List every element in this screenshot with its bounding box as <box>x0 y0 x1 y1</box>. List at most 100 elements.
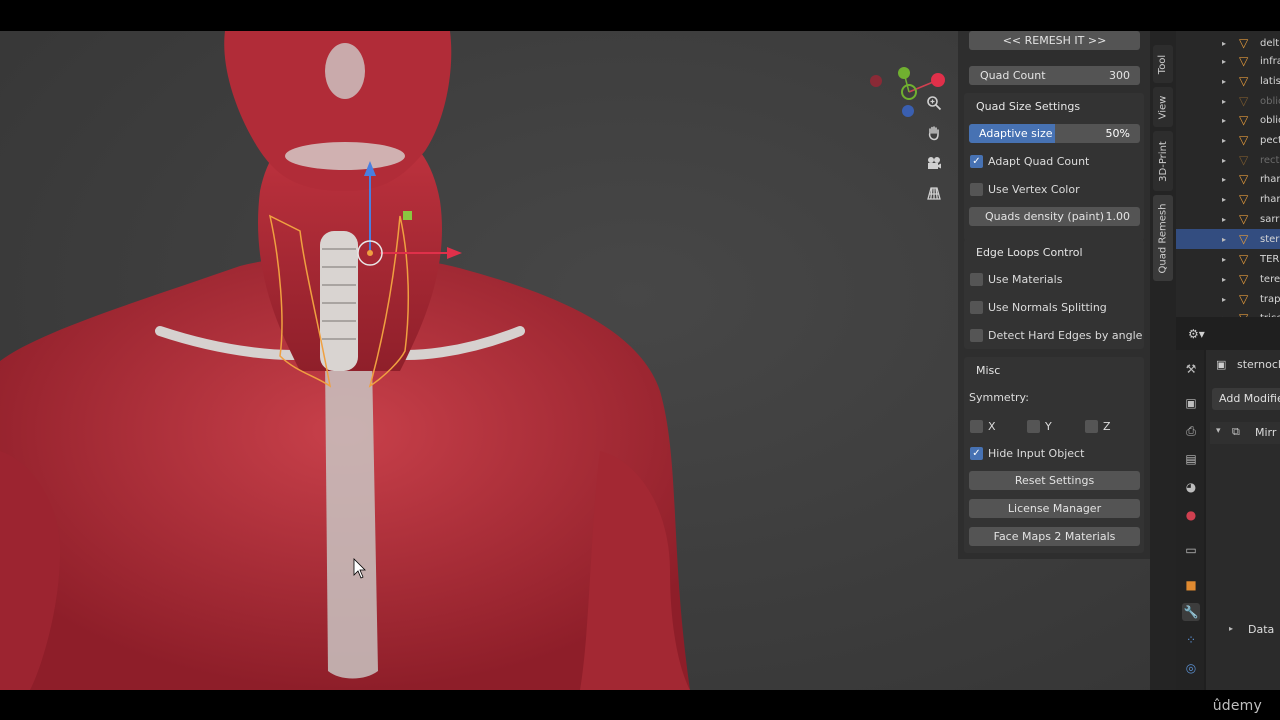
outliner-item[interactable]: ▸ ▽ delt <box>1176 33 1280 53</box>
outliner-item[interactable]: ▸ ▽ rect <box>1176 150 1280 170</box>
tab-quad-remesh-label: Quad Remesh <box>1157 203 1169 273</box>
use-materials-checkbox[interactable]: Use Materials <box>970 271 1062 287</box>
udemy-watermark: ûdemy <box>1212 698 1262 714</box>
outliner-item-name: pect <box>1260 134 1280 146</box>
expand-arrow-icon[interactable]: ▸ <box>1222 255 1226 264</box>
expand-arrow-icon[interactable]: ▸ <box>1222 39 1226 48</box>
expand-arrow-icon[interactable]: ▸ <box>1222 136 1226 145</box>
object-name[interactable]: sternocl <box>1237 358 1280 371</box>
tab-3d-print[interactable]: 3D-Print <box>1153 131 1173 191</box>
symmetry-z-checkbox[interactable]: Z <box>1085 418 1111 434</box>
quad-remesh-panel: << REMESH IT >> Quad Count 300 Quad Size… <box>958 31 1150 559</box>
modifier-name[interactable]: Mirr <box>1255 426 1276 439</box>
misc-title[interactable]: Misc <box>976 364 1000 377</box>
mirror-modifier-header[interactable]: ▾ ⧉ Mirr <box>1210 422 1280 444</box>
outliner-item[interactable]: ▸ ▽ sarr <box>1176 209 1280 229</box>
outliner-item[interactable]: ▸▽trice <box>1176 308 1280 317</box>
gizmo-x-arrow[interactable] <box>447 247 462 259</box>
world-tab-icon[interactable]: ● <box>1182 506 1200 524</box>
quads-density-label: Quads density (paint) <box>985 210 1105 223</box>
outliner-item[interactable]: ▸ ▽ oblic <box>1176 110 1280 130</box>
zoom-icon[interactable] <box>922 91 946 115</box>
symmetry-x-label: X <box>988 419 996 433</box>
editor-type-icon[interactable]: ⚙▾ <box>1188 327 1205 341</box>
use-vertex-color-label: Use Vertex Color <box>988 182 1080 196</box>
collection-tab-icon[interactable]: ▭ <box>1182 541 1200 559</box>
pan-icon[interactable] <box>922 121 946 145</box>
tab-view-label: View <box>1157 95 1169 119</box>
outliner-item[interactable]: ▸ ▽ tere <box>1176 269 1280 289</box>
adapt-quad-count-checkbox[interactable]: ✓ Adapt Quad Count <box>970 153 1089 169</box>
outliner-item[interactable]: ▸ ▽ infra <box>1176 51 1280 71</box>
outliner-item[interactable]: ▸ ▽ TER <box>1176 249 1280 269</box>
camera-icon[interactable] <box>922 151 946 175</box>
quad-count-field[interactable]: Quad Count 300 <box>969 66 1140 85</box>
expand-arrow-icon[interactable]: ▾ <box>1216 426 1221 436</box>
gizmo-y[interactable] <box>898 67 910 79</box>
particles-tab-icon[interactable]: ⁘ <box>1182 631 1200 649</box>
use-vertex-color-checkbox[interactable]: Use Vertex Color <box>970 181 1080 197</box>
use-materials-label: Use Materials <box>988 272 1063 286</box>
outliner-item[interactable]: ▸ ▽ trap <box>1176 289 1280 309</box>
gizmo-neg-x[interactable] <box>870 75 882 87</box>
hide-input-object-checkbox[interactable]: ✓ Hide Input Object <box>970 445 1084 461</box>
outliner-item[interactable]: ▸ ▽ rhar <box>1176 189 1280 209</box>
expand-arrow-icon[interactable]: ▸ <box>1222 156 1226 165</box>
physics-tab-icon[interactable]: ◎ <box>1182 659 1200 677</box>
outliner-item[interactable]: ▸ ▽ latis <box>1176 71 1280 91</box>
gizmo-z[interactable] <box>902 105 914 117</box>
expand-arrow-icon[interactable]: ▸ <box>1222 57 1226 66</box>
checkbox-empty-icon <box>970 182 983 196</box>
outliner-item[interactable]: ▸ ▽ oblic <box>1176 91 1280 111</box>
use-normals-splitting-checkbox[interactable]: Use Normals Splitting <box>970 299 1107 315</box>
expand-arrow-icon[interactable]: ▸ <box>1222 215 1226 224</box>
quads-density-field[interactable]: Quads density (paint) 1.00 <box>969 207 1140 226</box>
quad-size-title[interactable]: Quad Size Settings <box>976 100 1080 113</box>
data-label: Data <box>1248 623 1275 636</box>
mesh-icon: ▽ <box>1239 94 1249 108</box>
tab-view[interactable]: View <box>1153 87 1173 127</box>
adaptive-size-slider[interactable]: Adaptive size 50% <box>969 124 1140 143</box>
gizmo-plane-handle[interactable] <box>403 211 412 220</box>
outliner-item[interactable]: ▸ ▽ pect <box>1176 130 1280 150</box>
expand-arrow-icon[interactable]: ▸ <box>1222 275 1226 284</box>
remesh-button[interactable]: << REMESH IT >> <box>969 31 1140 50</box>
expand-arrow-icon[interactable]: ▸ <box>1222 97 1226 106</box>
symmetry-x-checkbox[interactable]: X <box>970 418 996 434</box>
tab-3d-print-label: 3D-Print <box>1157 140 1169 182</box>
gizmo-x[interactable] <box>931 73 945 87</box>
checkbox-empty-icon <box>1027 419 1040 433</box>
expand-arrow-icon[interactable]: ▸ <box>1222 295 1226 304</box>
reset-settings-button[interactable]: Reset Settings <box>969 471 1140 490</box>
mesh-icon: ▽ <box>1239 192 1249 206</box>
view-layer-tab-icon[interactable]: ▤ <box>1182 450 1200 468</box>
expand-arrow-icon[interactable]: ▸ <box>1222 195 1226 204</box>
modifier-tab-icon[interactable]: 🔧 <box>1182 603 1200 621</box>
output-tab-icon[interactable]: ⎙ <box>1182 422 1200 440</box>
outliner-item-name: rect <box>1260 154 1280 166</box>
scene-tab-icon[interactable]: ◕ <box>1182 478 1200 496</box>
add-modifier-button[interactable]: Add Modifier <box>1212 388 1280 410</box>
data-panel-header[interactable]: ▸ Data <box>1210 620 1280 640</box>
symmetry-y-checkbox[interactable]: Y <box>1027 418 1052 434</box>
license-manager-button[interactable]: License Manager <box>969 499 1140 518</box>
render-tab-icon[interactable]: ▣ <box>1182 394 1200 412</box>
expand-arrow-icon[interactable]: ▸ <box>1222 77 1226 86</box>
expand-arrow-icon[interactable]: ▸ <box>1222 235 1226 244</box>
tab-quad-remesh[interactable]: Quad Remesh <box>1153 195 1173 281</box>
outliner-item[interactable]: ▸ ▽ rhar <box>1176 169 1280 189</box>
checkbox-empty-icon <box>970 419 983 433</box>
face-maps-button[interactable]: Face Maps 2 Materials <box>969 527 1140 546</box>
expand-arrow-icon[interactable]: ▸ <box>1222 175 1226 184</box>
outliner-item[interactable]: ▸ ▽ ster <box>1176 229 1280 249</box>
tab-tool[interactable]: Tool <box>1153 45 1173 83</box>
expand-arrow-icon[interactable]: ▸ <box>1222 116 1226 125</box>
bottom-letterbox <box>0 690 1280 720</box>
quad-count-label: Quad Count <box>980 69 1046 82</box>
object-tab-icon[interactable]: ■ <box>1182 576 1200 594</box>
grid-icon[interactable] <box>922 181 946 205</box>
quad-count-value: 300 <box>1109 69 1130 82</box>
tool-tab-icon[interactable]: ⚒ <box>1182 360 1200 378</box>
edge-loops-title[interactable]: Edge Loops Control <box>976 246 1083 259</box>
detect-hard-edges-checkbox[interactable]: Detect Hard Edges by angle <box>970 327 1142 343</box>
